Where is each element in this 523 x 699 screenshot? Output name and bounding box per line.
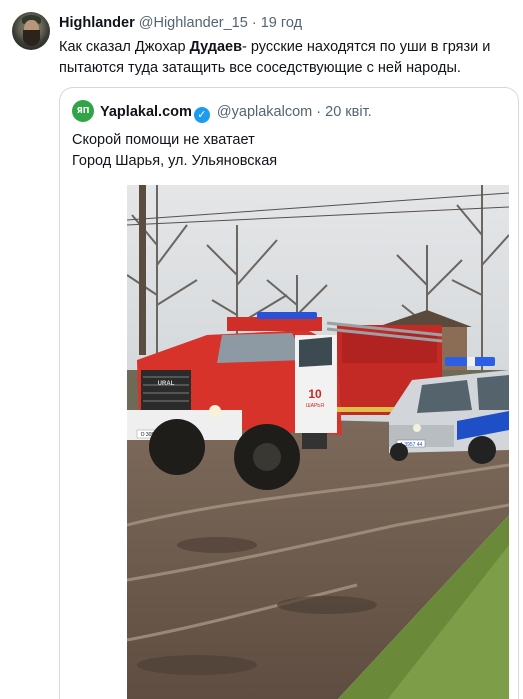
quote-avatar[interactable]: ЯП <box>72 100 94 122</box>
muddy-road-photo: 10 ШАРЬЯ URAL О 305 ОО <box>127 185 509 699</box>
quoted-tweet[interactable]: ЯП Yaplakal.com ✓ @yaplakalcom · 20 квіт.… <box>59 87 519 699</box>
avatar-beard <box>23 30 40 46</box>
quote-header-separator: · <box>316 104 322 120</box>
author-avatar[interactable] <box>12 12 50 50</box>
quote-text-line1: Скорой помощи не хватает <box>72 132 255 148</box>
tweet-text-bold: Дудаев <box>189 39 243 55</box>
verified-badge-icon: ✓ <box>193 107 210 123</box>
emergency-lights <box>257 312 317 319</box>
quote-time[interactable]: 20 квіт. <box>325 104 372 120</box>
utility-pole <box>139 185 146 355</box>
tweet-header: Highlander @Highlander_15 · 19 год <box>59 14 302 32</box>
tweet-time[interactable]: 19 год <box>261 15 302 31</box>
truck-brand: URAL <box>158 381 175 387</box>
author-name[interactable]: Highlander <box>59 15 135 31</box>
truck-city: ШАРЬЯ <box>306 403 324 409</box>
quote-header: Yaplakal.com ✓ @yaplakalcom · 20 квіт. <box>100 103 372 123</box>
quote-photo[interactable]: 10 ШАРЬЯ URAL О 305 ОО <box>127 185 509 699</box>
quote-author-name[interactable]: Yaplakal.com <box>100 104 192 120</box>
quote-author-handle[interactable]: @yaplakalcom <box>217 104 312 120</box>
yaplakal-logo-icon: ЯП <box>76 106 90 115</box>
quote-text: Скорой помощи не хватает Город Шарья, ул… <box>72 130 502 172</box>
tweet-text: Как сказал Джохар Дудаев- русские находя… <box>59 37 514 79</box>
quote-text-line2: Город Шарья, ул. Ульяновская <box>72 153 278 169</box>
header-separator: · <box>251 15 257 31</box>
author-handle[interactable]: @Highlander_15 <box>139 15 248 31</box>
truck-number: 10 <box>308 387 322 401</box>
tweet-text-part1: Как сказал Джохар <box>59 39 190 55</box>
